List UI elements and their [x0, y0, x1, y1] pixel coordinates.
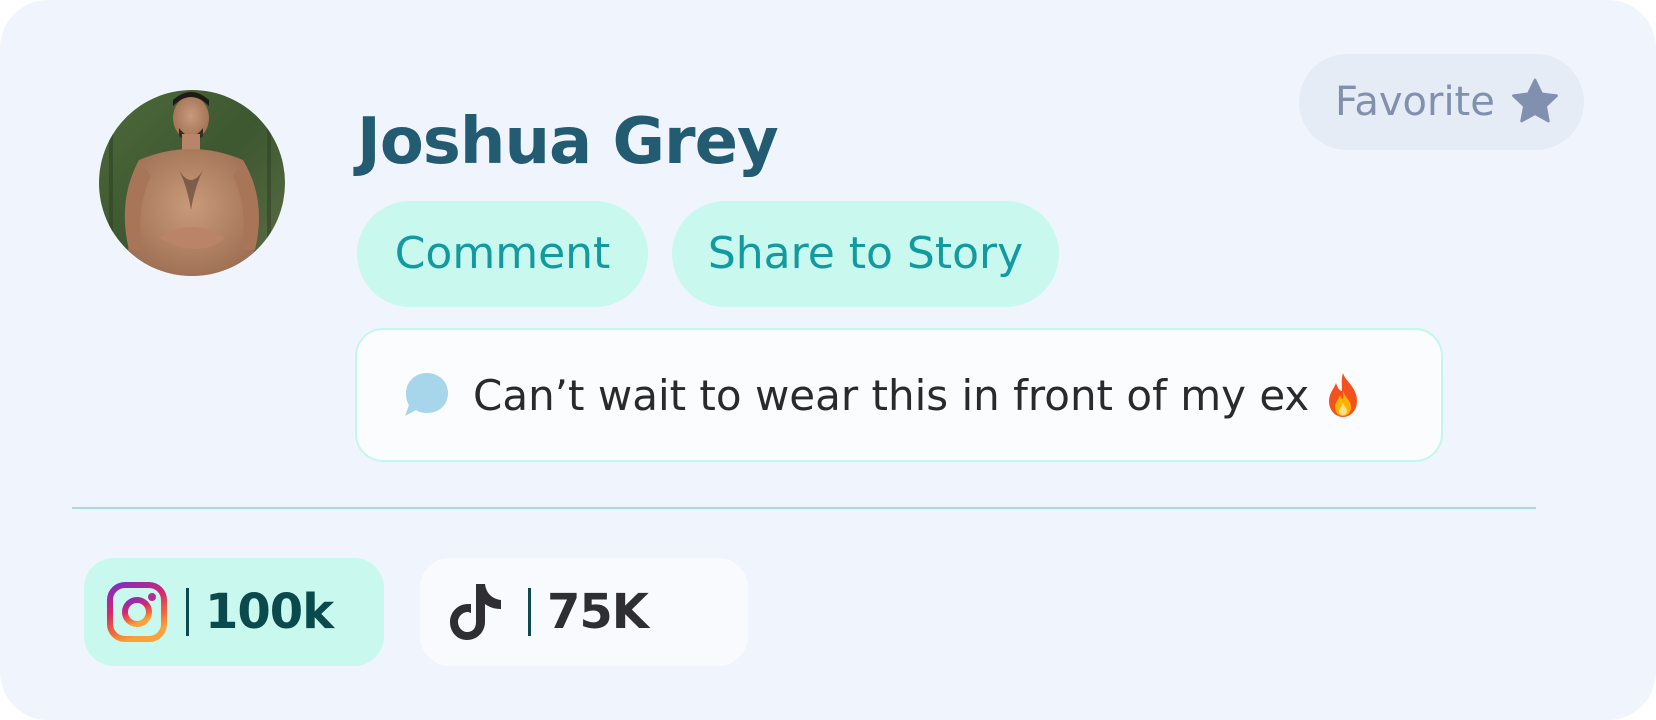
stat-separator: [528, 588, 531, 636]
fire-emoji-icon: [1323, 371, 1363, 419]
profile-card: Joshua Grey Favorite Comment Share to St…: [0, 0, 1656, 720]
comment-box: Can’t wait to wear this in front of my e…: [355, 328, 1443, 462]
comment-button[interactable]: Comment: [357, 201, 648, 307]
profile-name: Joshua Grey: [357, 105, 779, 179]
divider: [72, 507, 1536, 509]
comment-text: Can’t wait to wear this in front of my e…: [473, 370, 1310, 420]
chat-bubble-icon: [401, 370, 451, 420]
tiktok-stat[interactable]: 75K: [420, 558, 748, 666]
favorite-label: Favorite: [1335, 79, 1495, 125]
star-icon: [1509, 76, 1561, 128]
instagram-followers: 100k: [205, 584, 334, 640]
favorite-button[interactable]: Favorite: [1299, 54, 1584, 150]
stat-separator: [186, 588, 189, 636]
avatar[interactable]: [99, 90, 285, 276]
instagram-icon: [106, 581, 168, 643]
tiktok-icon: [448, 581, 510, 643]
tiktok-followers: 75K: [547, 584, 649, 640]
share-to-story-button[interactable]: Share to Story: [672, 201, 1059, 307]
instagram-stat[interactable]: 100k: [84, 558, 384, 666]
